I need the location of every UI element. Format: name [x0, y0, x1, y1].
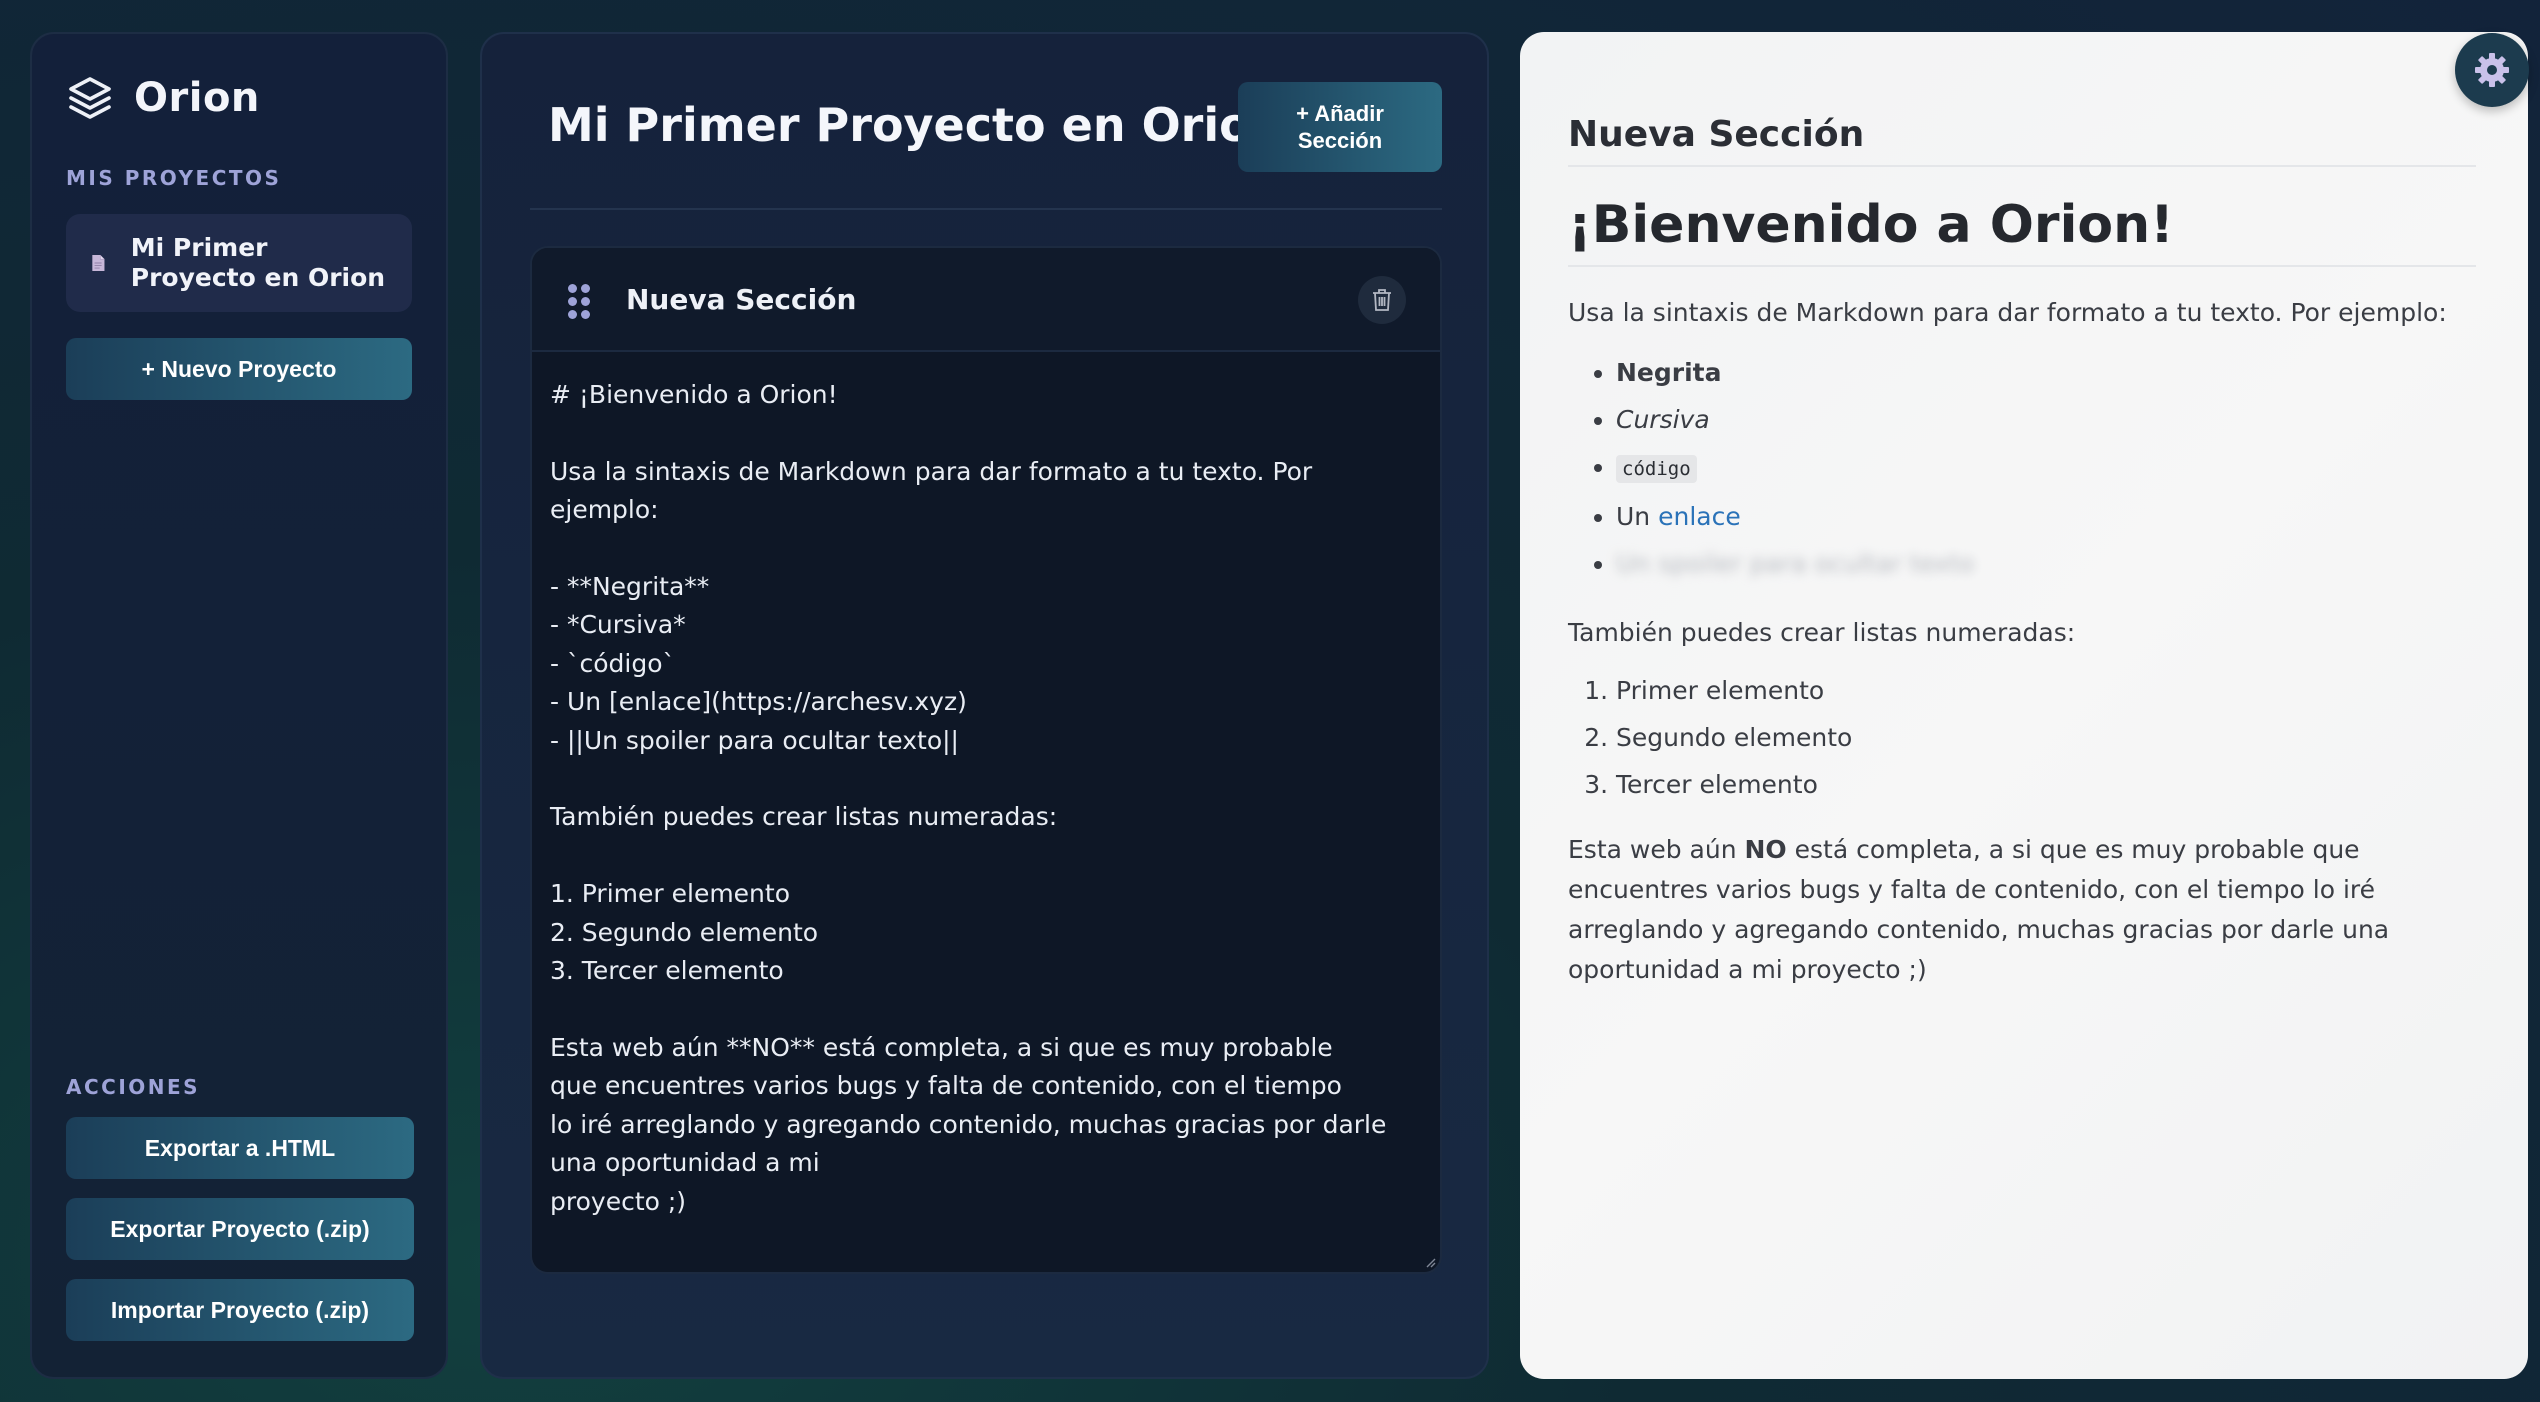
add-section-button[interactable]: + Añadir Sección [1238, 82, 1442, 172]
markdown-textarea[interactable]: # ¡Bienvenido a Orion! Usa la sintaxis d… [532, 352, 1440, 1272]
editor-header: Mi Primer Proyecto en Orion + Añadir Sec… [530, 34, 1442, 210]
list-item: código [1616, 443, 2476, 493]
gear-icon [2475, 53, 2509, 87]
list-item: Negrita [1616, 349, 2476, 396]
brand: Orion [66, 70, 412, 126]
list-item: Primer elemento [1616, 667, 2476, 714]
projects-heading: MIS PROYECTOS [66, 166, 282, 190]
list-item: Cursiva [1616, 396, 2476, 443]
preview-link[interactable]: enlace [1658, 502, 1741, 531]
italic-text: Cursiva [1616, 405, 1710, 434]
brand-title: Orion [134, 75, 260, 121]
inline-code: código [1616, 455, 1697, 483]
spoiler-text[interactable]: Un spoiler para ocultar texto [1616, 549, 1974, 578]
export-zip-button[interactable]: Exportar Proyecto (.zip) [66, 1198, 414, 1260]
layers-icon [69, 77, 111, 119]
actions-group: ACCIONES Exportar a .HTML Exportar Proye… [66, 1075, 414, 1341]
drag-handle-icon[interactable] [568, 284, 590, 319]
list-item: Un enlace [1616, 493, 2476, 540]
editor-panel: Mi Primer Proyecto en Orion + Añadir Sec… [480, 32, 1489, 1379]
new-project-button[interactable]: + Nuevo Proyecto [66, 338, 412, 400]
preview-numbered-intro: También puedes crear listas numeradas: [1568, 618, 2076, 647]
resize-handle-icon[interactable] [1424, 1256, 1436, 1268]
sidebar: Orion MIS PROYECTOS Mi Primer Proyecto e… [30, 32, 448, 1379]
preview-heading: ¡Bienvenido a Orion! [1568, 195, 2476, 267]
project-item-label: Mi Primer Proyecto en Orion [130, 233, 386, 292]
section-card-header: Nueva Sección [532, 248, 1440, 352]
delete-section-button[interactable] [1358, 276, 1406, 324]
preview-intro: Usa la sintaxis de Markdown para dar for… [1568, 298, 2447, 327]
link-prefix: Un [1616, 502, 1659, 531]
preview-closing: Esta web aún NO está completa, a si que … [1568, 830, 2476, 990]
trash-icon [1373, 289, 1391, 311]
export-html-button[interactable]: Exportar a .HTML [66, 1117, 414, 1179]
preview-section-title: Nueva Sección [1568, 114, 2476, 167]
list-item: Segundo elemento [1616, 714, 2476, 761]
preview-bullet-list: Negrita Cursiva código Un enlace Un spoi… [1568, 349, 2476, 587]
closing-bold: NO [1744, 835, 1787, 864]
document-icon [92, 255, 105, 271]
list-item: Un spoiler para ocultar texto [1616, 540, 2476, 587]
preview-panel: Nueva Sección ¡Bienvenido a Orion! Usa l… [1520, 32, 2528, 1379]
import-zip-button[interactable]: Importar Proyecto (.zip) [66, 1279, 414, 1341]
section-title[interactable]: Nueva Sección [626, 283, 856, 316]
preview-numbered-list: Primer elemento Segundo elemento Tercer … [1568, 667, 2476, 808]
project-item[interactable]: Mi Primer Proyecto en Orion [66, 214, 412, 312]
bold-text: Negrita [1616, 358, 1722, 387]
project-title: Mi Primer Proyecto en Orion [548, 98, 1284, 152]
actions-heading: ACCIONES [66, 1075, 201, 1099]
settings-button[interactable] [2455, 33, 2529, 107]
closing-text: Esta web aún [1568, 835, 1745, 864]
list-item: Tercer elemento [1616, 761, 2476, 808]
section-card: Nueva Sección # ¡Bienvenido a Orion! Usa… [530, 246, 1442, 1274]
